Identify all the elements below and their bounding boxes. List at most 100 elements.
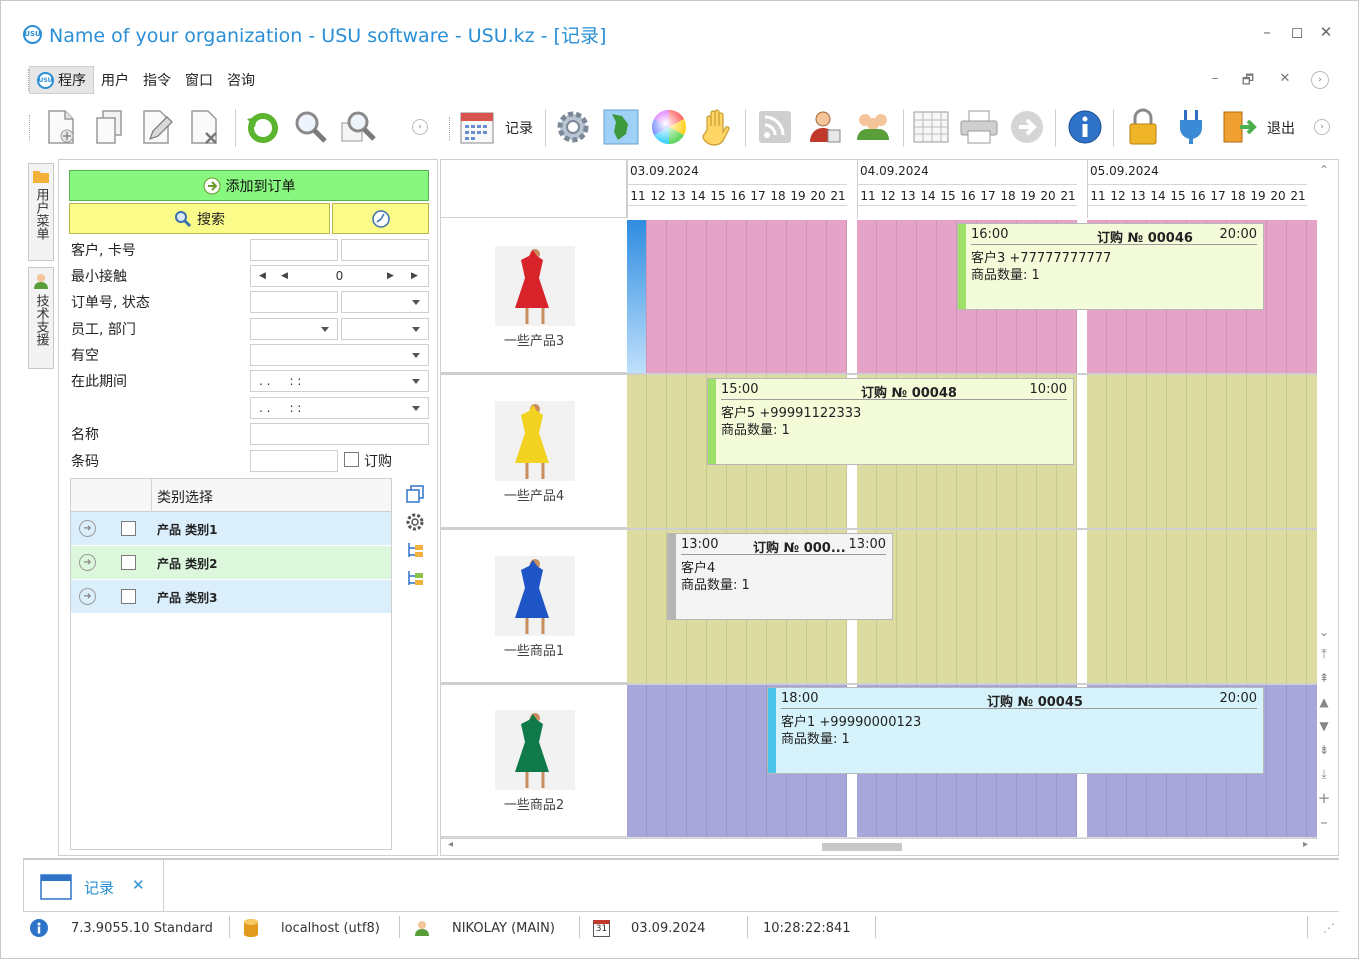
period-start-input[interactable]: . . : : [250, 370, 429, 392]
expand-arrow-icon[interactable]: ➜ [79, 520, 96, 537]
toolbar-overflow-icon[interactable]: › [409, 105, 431, 149]
user-button[interactable] [805, 105, 845, 149]
category-row[interactable]: ➜ 产品 类别3 [71, 580, 391, 613]
menu-window[interactable]: 窗口 [178, 67, 220, 93]
new-record-button[interactable] [41, 105, 81, 149]
info-button[interactable] [1065, 105, 1105, 149]
order-card[interactable]: 15:00 订购 № 00048 10:00 客户5 +99991122333 商品数量… [707, 378, 1074, 465]
lock-button[interactable] [1123, 105, 1163, 149]
menu-users[interactable]: 用户 [94, 67, 136, 93]
color-button[interactable] [649, 105, 689, 149]
resource-row[interactable]: 一些产品4 [441, 375, 627, 528]
toolbar-overflow-icon[interactable]: › [1311, 105, 1333, 149]
scroll-down-icon[interactable]: ▼ [1313, 719, 1335, 733]
copy-button[interactable] [89, 105, 129, 149]
category-checkbox[interactable] [121, 521, 136, 536]
close-icon[interactable]: ✕ [1316, 23, 1336, 41]
tab-close-icon[interactable]: ✕ [132, 876, 145, 894]
free-label: 有空 [71, 348, 99, 364]
client-input[interactable] [250, 239, 338, 261]
find-button[interactable] [291, 105, 331, 149]
records-label[interactable]: 记录 [505, 118, 533, 138]
next-icon[interactable]: ▶ [387, 271, 394, 281]
last-icon[interactable]: ▶ [411, 271, 418, 281]
prev-icon[interactable]: ◀ [281, 271, 288, 281]
refresh-button[interactable] [243, 105, 283, 149]
advanced-find-button[interactable] [339, 105, 379, 149]
maximize-icon[interactable]: ◻ [1287, 23, 1307, 41]
time-filter-button[interactable] [332, 203, 429, 234]
next-button[interactable] [1007, 105, 1047, 149]
period-end-input[interactable]: . . : : [250, 397, 429, 419]
table-button[interactable] [911, 105, 951, 149]
mdi-close-icon[interactable]: ✕ [1275, 71, 1295, 86]
minimize-icon[interactable]: – [1257, 23, 1277, 41]
add-to-order-button[interactable]: 添加到订单 [69, 170, 429, 201]
scroll-down-small-icon[interactable]: ⌄ [1313, 625, 1335, 639]
category-row[interactable]: ➜ 产品 类别1 [71, 512, 391, 545]
horizontal-scrollbar[interactable]: ◂ ▸ [442, 837, 1312, 855]
records-button[interactable] [457, 105, 497, 149]
category-label: 产品 类别3 [157, 591, 218, 605]
feed-button[interactable] [755, 105, 795, 149]
users-button[interactable] [853, 105, 893, 149]
resource-row[interactable]: 一些商品2 [441, 684, 627, 837]
status-select[interactable] [341, 291, 429, 313]
menu-commands[interactable]: 指令 [136, 67, 178, 93]
name-input[interactable] [250, 423, 429, 445]
order-card[interactable]: 13:00 订购 № 000... 13:00 客户4 商品数量: 1 [667, 533, 893, 620]
delete-button[interactable] [185, 105, 225, 149]
edit-button[interactable] [137, 105, 177, 149]
order-number-input[interactable] [250, 291, 338, 313]
scroll-up-small-icon[interactable]: ⌃ [1313, 163, 1335, 177]
exit-button[interactable] [1219, 105, 1259, 149]
min-contact-spinner[interactable]: ◀ ◀ 0 ▶ ▶ [250, 265, 429, 287]
exit-label[interactable]: 退出 [1267, 118, 1295, 138]
order-card[interactable]: 18:00 订购 № 00045 20:00 客户1 +99990000123 商品数量… [767, 687, 1264, 774]
tree-collapse-icon[interactable] [402, 564, 428, 592]
connect-button[interactable] [1171, 105, 1211, 149]
scroll-first-icon[interactable]: ⤒ [1313, 647, 1335, 662]
tab-user-menu[interactable]: 用户菜单 [28, 163, 54, 261]
barcode-input[interactable] [250, 450, 338, 472]
department-select[interactable] [341, 318, 429, 340]
zoom-in-icon[interactable]: + [1313, 789, 1335, 807]
menu-help[interactable]: 咨询 [220, 67, 262, 93]
category-checkbox[interactable] [121, 589, 136, 604]
free-select[interactable] [250, 344, 429, 366]
print-button[interactable] [959, 105, 999, 149]
mdi-restore-icon[interactable]: 🗗 [1238, 71, 1258, 93]
first-icon[interactable]: ◀ [259, 271, 266, 281]
employee-select[interactable] [250, 318, 338, 340]
scroll-page-up-icon[interactable]: ⇞ [1313, 671, 1335, 685]
map-button[interactable] [601, 105, 641, 149]
expand-arrow-icon[interactable]: ➜ [79, 554, 96, 571]
settings-button[interactable] [553, 105, 593, 149]
tree-expand-icon[interactable] [402, 536, 428, 564]
category-row[interactable]: ➜ 产品 类别2 [71, 546, 391, 579]
horizontal-scroll-thumb[interactable] [822, 843, 902, 851]
category-checkbox[interactable] [121, 555, 136, 570]
scroll-right-icon[interactable]: ▸ [1303, 839, 1308, 850]
settings-gear-icon[interactable] [402, 508, 428, 536]
scroll-left-icon[interactable]: ◂ [448, 839, 453, 850]
tab-records[interactable]: 记录 ✕ [23, 860, 164, 912]
scroll-up-icon[interactable]: ▲ [1313, 695, 1335, 709]
scroll-last-icon[interactable]: ⤓ [1313, 767, 1335, 782]
menu-overflow-icon[interactable]: › [1311, 71, 1329, 89]
expand-arrow-icon[interactable]: ➜ [79, 588, 96, 605]
menu-program[interactable]: USU 程序 [29, 66, 94, 94]
scroll-page-down-icon[interactable]: ⇟ [1313, 743, 1335, 757]
zoom-out-icon[interactable]: – [1313, 813, 1335, 831]
subscribe-checkbox[interactable] [344, 452, 359, 467]
tab-support[interactable]: 技术支援 [28, 267, 54, 369]
card-input[interactable] [341, 239, 429, 261]
copy-window-icon[interactable] [402, 480, 428, 508]
mdi-minimize-icon[interactable]: – [1205, 71, 1225, 86]
hand-button[interactable] [697, 105, 737, 149]
search-button[interactable]: 搜索 [69, 203, 330, 234]
order-card[interactable]: 16:00 订购 № 00046 20:00 客户3 +77777777777 商品数量… [957, 223, 1264, 310]
resource-row[interactable]: 一些商品1 [441, 530, 627, 683]
resize-grip-icon[interactable]: ⋰ [1323, 918, 1335, 938]
resource-row[interactable]: 一些产品3 [441, 220, 627, 373]
